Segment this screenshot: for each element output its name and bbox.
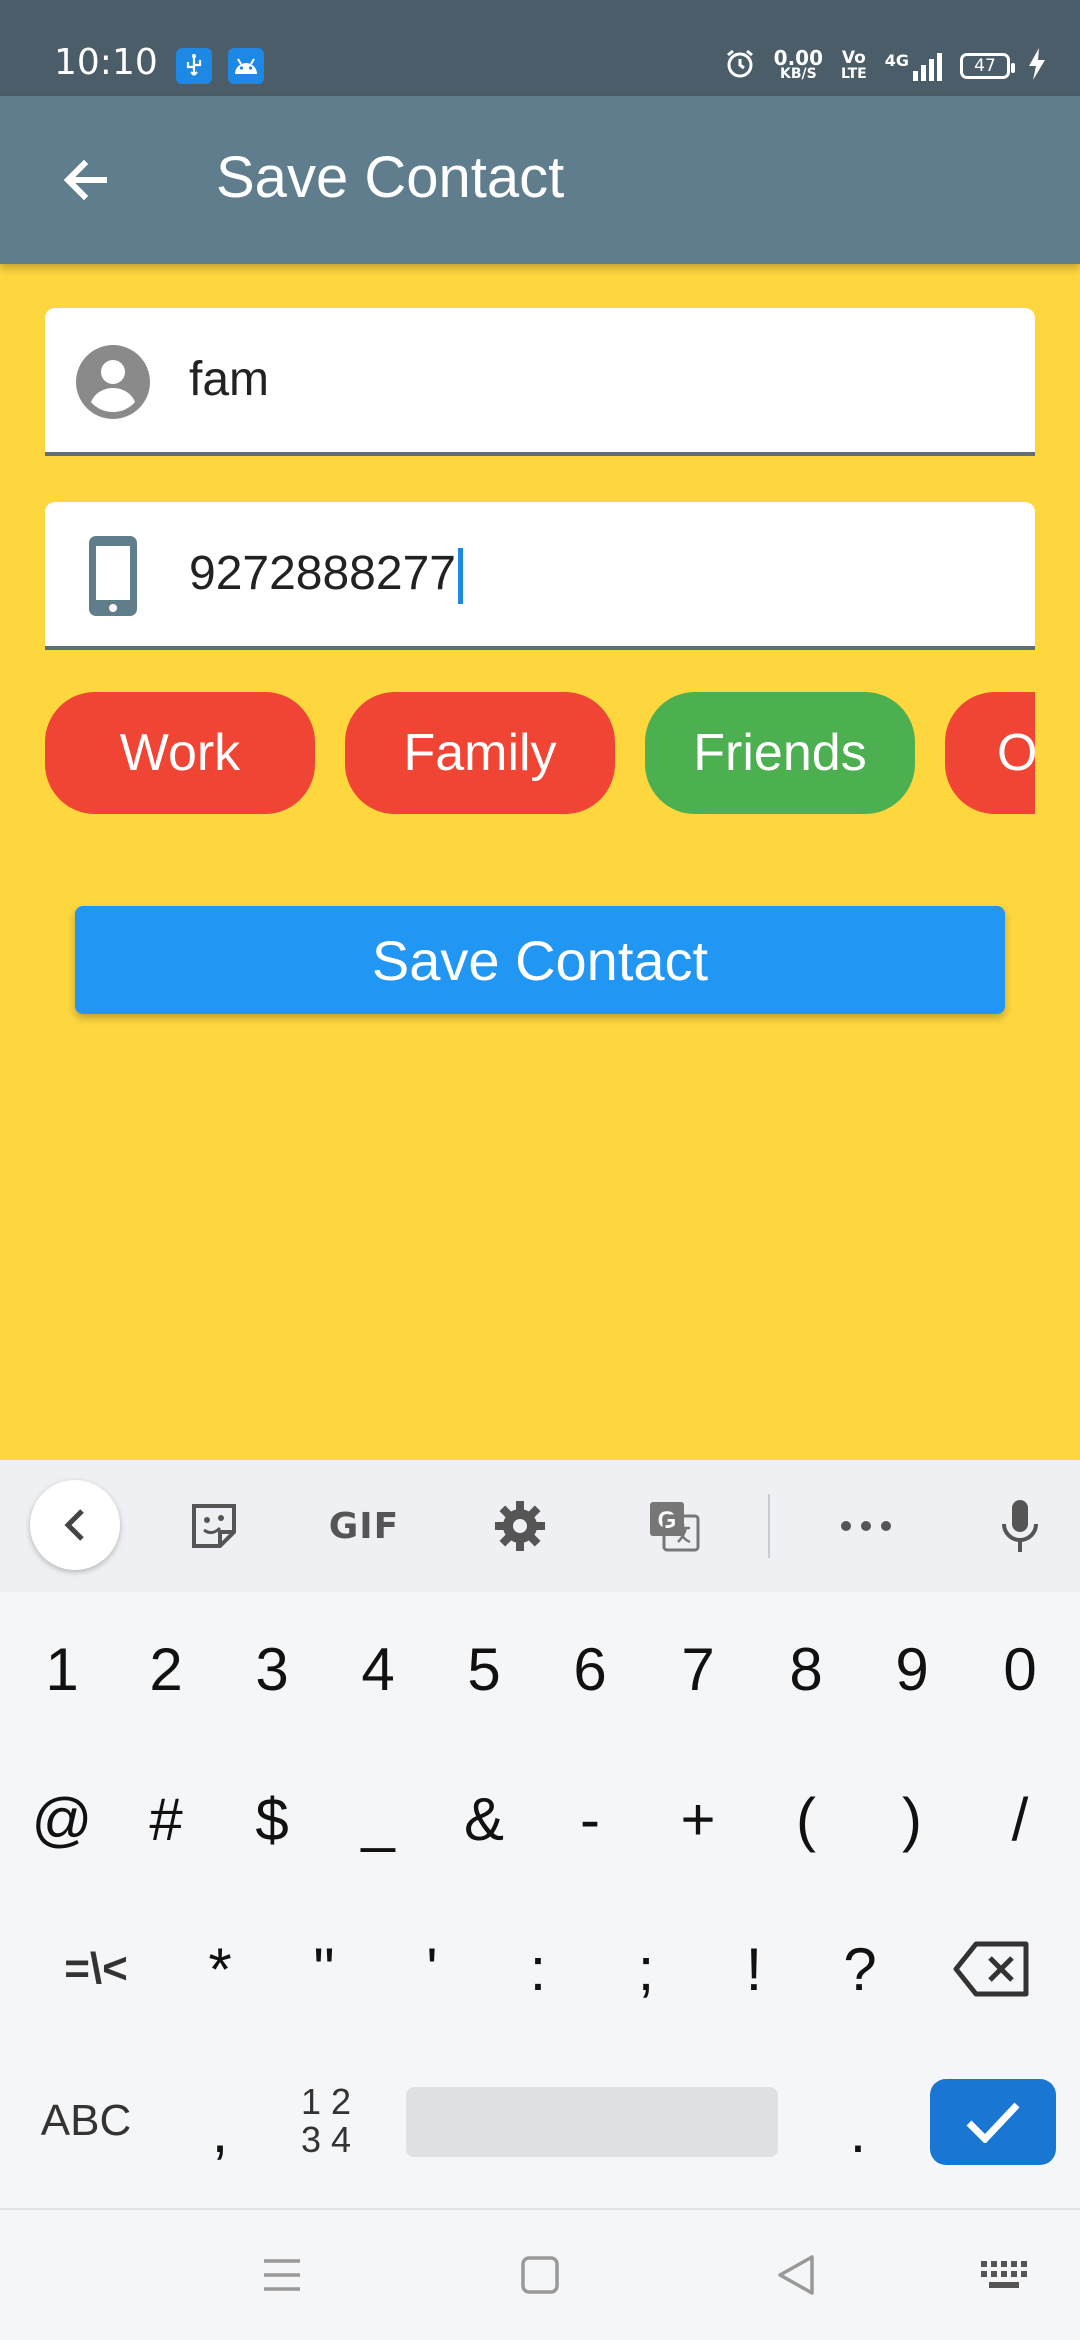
net-speed-unit: KB/S bbox=[779, 66, 817, 82]
key-plus[interactable]: + bbox=[648, 1754, 748, 1884]
keyboard-switch-button[interactable] bbox=[964, 2240, 1044, 2310]
save-contact-button[interactable]: Save Contact bbox=[75, 906, 1005, 1014]
keyboard: 1 2 3 4 5 6 7 8 9 0 @ # $ _ & - + ( ) / … bbox=[0, 1592, 1080, 2208]
key-question[interactable]: ? bbox=[810, 1904, 910, 2034]
key-exclamation[interactable]: ! bbox=[704, 1904, 804, 2034]
usb-icon bbox=[176, 48, 212, 84]
key-7[interactable]: 7 bbox=[648, 1604, 748, 1734]
key-single-quote[interactable]: ' bbox=[382, 1904, 482, 2034]
alarm-icon bbox=[724, 48, 756, 84]
key-comma[interactable]: , bbox=[170, 2066, 270, 2196]
key-double-quote[interactable]: " bbox=[274, 1904, 374, 2034]
home-nav-button[interactable] bbox=[500, 2240, 580, 2310]
signal-icon: 4G bbox=[885, 51, 942, 81]
chip-other[interactable]: O bbox=[945, 692, 1035, 814]
status-bar: 10:10 0.00 KB/S Vo LTE 4G 47 bbox=[0, 0, 1080, 96]
key-asterisk[interactable]: * bbox=[170, 1904, 270, 2034]
chevron-left-icon bbox=[64, 1509, 84, 1541]
status-indicators: 0.00 KB/S Vo LTE 4G 47 bbox=[724, 46, 1046, 86]
key-minus[interactable]: - bbox=[540, 1754, 640, 1884]
text-cursor bbox=[457, 548, 463, 605]
toolbar-divider bbox=[768, 1494, 770, 1558]
sticker-icon[interactable] bbox=[174, 1486, 254, 1566]
phone-value: 9272888277 bbox=[189, 546, 463, 605]
keyboard-toolbar: GIF G bbox=[0, 1460, 1080, 1592]
battery-icon: 47 bbox=[960, 53, 1015, 79]
keyboard-icon bbox=[981, 2261, 1027, 2288]
key-abc[interactable]: ABC bbox=[26, 2056, 146, 2186]
net-speed: 0.00 KB/S bbox=[773, 46, 824, 82]
battery-level: 47 bbox=[974, 56, 996, 76]
key-close-paren[interactable]: ) bbox=[862, 1754, 962, 1884]
mic-icon[interactable] bbox=[980, 1486, 1060, 1566]
key-ampersand[interactable]: & bbox=[434, 1754, 534, 1884]
volte-indicator: Vo LTE bbox=[841, 48, 867, 83]
arrow-left-icon bbox=[63, 159, 107, 201]
android-icon bbox=[228, 48, 264, 84]
menu-icon bbox=[264, 2259, 300, 2291]
key-more-symbols[interactable]: =\< bbox=[36, 1904, 156, 2034]
volte-top: Vo bbox=[841, 48, 866, 68]
key-period[interactable]: . bbox=[808, 2066, 908, 2196]
key-underscore[interactable]: _ bbox=[328, 1754, 428, 1884]
key-2[interactable]: 2 bbox=[116, 1604, 216, 1734]
key-9[interactable]: 9 bbox=[862, 1604, 962, 1734]
name-value: fam bbox=[189, 353, 270, 406]
key-3[interactable]: 3 bbox=[222, 1604, 322, 1734]
gif-button[interactable]: GIF bbox=[324, 1486, 404, 1566]
key-hash[interactable]: # bbox=[116, 1754, 216, 1884]
key-0[interactable]: 0 bbox=[970, 1604, 1070, 1734]
back-nav-button[interactable] bbox=[756, 2240, 836, 2310]
key-5[interactable]: 5 bbox=[434, 1604, 534, 1734]
numpad-bottom-label: 3 4 bbox=[300, 2119, 352, 2160]
key-colon[interactable]: : bbox=[488, 1904, 588, 2034]
key-8[interactable]: 8 bbox=[756, 1604, 856, 1734]
network-type: 4G bbox=[884, 51, 909, 70]
back-triangle-icon bbox=[778, 2255, 814, 2295]
settings-icon[interactable] bbox=[480, 1486, 560, 1566]
volte-bottom: LTE bbox=[841, 66, 867, 82]
more-icon[interactable] bbox=[826, 1486, 906, 1566]
page-title: Save Contact bbox=[216, 145, 565, 210]
charging-icon bbox=[1028, 48, 1046, 84]
navigation-bar bbox=[0, 2208, 1080, 2340]
space-key[interactable] bbox=[406, 2087, 778, 2157]
translate-icon[interactable]: G bbox=[634, 1486, 714, 1566]
back-button[interactable] bbox=[46, 140, 126, 220]
chip-work[interactable]: Work bbox=[45, 692, 315, 814]
backspace-icon bbox=[953, 1941, 1029, 1997]
smartphone-icon bbox=[75, 536, 151, 616]
key-6[interactable]: 6 bbox=[540, 1604, 640, 1734]
name-field[interactable]: fam bbox=[45, 308, 1035, 456]
menu-nav-button[interactable] bbox=[242, 2240, 322, 2310]
home-square-icon bbox=[521, 2256, 559, 2294]
category-chips: Work Family Friends O bbox=[45, 692, 1035, 814]
key-slash[interactable]: / bbox=[970, 1754, 1070, 1884]
key-backspace[interactable] bbox=[940, 1904, 1044, 2034]
done-key[interactable] bbox=[930, 2079, 1056, 2165]
key-dollar[interactable]: $ bbox=[222, 1754, 322, 1884]
chip-family[interactable]: Family bbox=[345, 692, 615, 814]
key-semicolon[interactable]: ; bbox=[596, 1904, 696, 2034]
chip-friends[interactable]: Friends bbox=[645, 692, 915, 814]
key-open-paren[interactable]: ( bbox=[756, 1754, 856, 1884]
key-1[interactable]: 1 bbox=[12, 1604, 112, 1734]
numpad-top-label: 1 2 bbox=[300, 2081, 352, 2122]
phone-value-text: 9272888277 bbox=[189, 547, 456, 600]
net-speed-value: 0.00 bbox=[773, 46, 824, 70]
svg-text:G: G bbox=[658, 1507, 677, 1534]
status-time: 10:10 bbox=[54, 42, 158, 83]
keyboard-back-button[interactable] bbox=[30, 1480, 120, 1570]
app-bar: Save Contact bbox=[0, 96, 1080, 264]
account-circle-icon bbox=[75, 344, 151, 420]
checkmark-icon bbox=[966, 2102, 1020, 2143]
key-at[interactable]: @ bbox=[12, 1754, 112, 1884]
key-numpad[interactable]: 1 2 3 4 bbox=[276, 2056, 376, 2186]
phone-field[interactable]: 9272888277 bbox=[45, 502, 1035, 650]
key-4[interactable]: 4 bbox=[328, 1604, 428, 1734]
